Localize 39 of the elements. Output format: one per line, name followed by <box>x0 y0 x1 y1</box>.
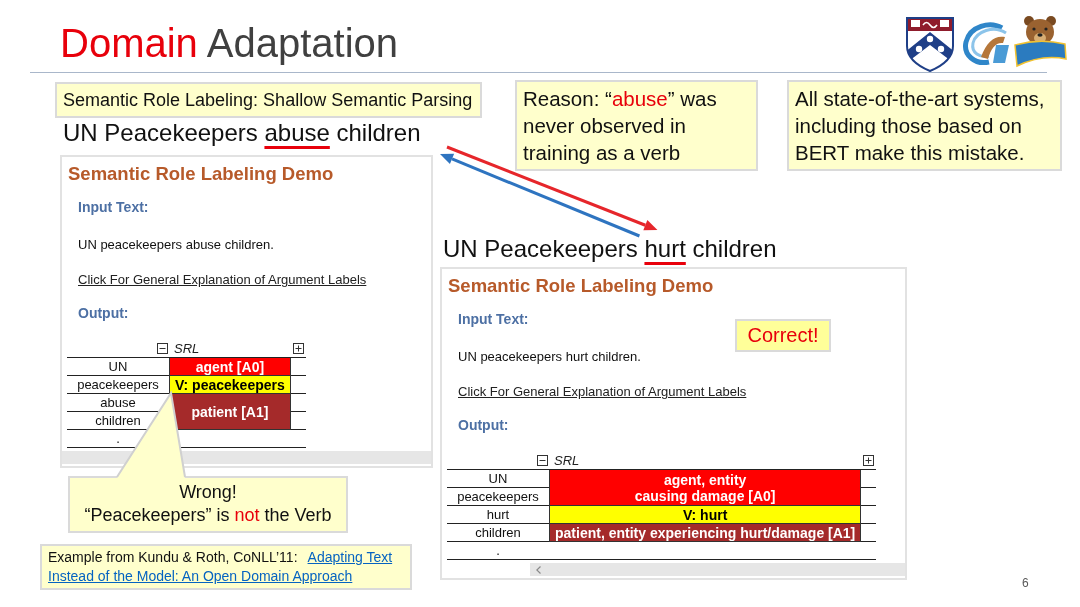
scrollbar[interactable] <box>530 563 905 576</box>
verdict-note: Correct! <box>735 319 831 352</box>
explanation-link[interactable]: Click For General Explanation of Argument Labels <box>78 272 367 287</box>
slide-title: Domain Adaptation <box>60 23 399 67</box>
column-header: SRL <box>554 452 580 468</box>
plus-icon[interactable] <box>292 342 304 354</box>
note: Reason: “abuse” was never observed in training as a verb <box>515 80 758 171</box>
chevron-icon[interactable] <box>536 565 541 574</box>
example-sentence: UN Peacekeepers hurt children <box>443 234 777 264</box>
plus-icon[interactable] <box>863 454 875 466</box>
column-header: SRL <box>174 340 200 356</box>
paper-link[interactable]: Instead of the Model: An Open Domain Approach <box>48 567 353 586</box>
paper-link[interactable]: Adapting Text <box>307 548 393 567</box>
role-cell: patient, entity experiencing hurt/damage [A1] <box>549 524 862 542</box>
note: All state-of-the-art systems, including those based on BERT make this mistake. <box>787 80 1062 171</box>
role-cell: V: hurt <box>549 506 862 524</box>
input-text: UN peacekeepers hurt children. <box>458 348 641 366</box>
topic-banner: Semantic Role Labeling: Shallow Semantic Parsing <box>55 82 483 118</box>
bear-logo <box>1012 14 1068 70</box>
section-label: Output: <box>78 304 129 322</box>
example-sentence: UN Peacekeepers abuse children <box>63 118 421 148</box>
role-cell: V: peacekeepers <box>169 376 291 394</box>
callout-text: Wrong! “Peacekeepers” is not the Verb <box>83 481 333 527</box>
input-text: UN peacekeepers abuse children. <box>78 236 274 254</box>
word-cell: . <box>447 542 549 560</box>
section-label: Output: <box>458 416 509 434</box>
role-cell: agent [A0] <box>169 358 291 376</box>
minus-icon[interactable] <box>157 342 168 354</box>
demo-title: Semantic Role Labeling Demo <box>448 274 714 298</box>
section-label: Input Text: <box>458 310 529 328</box>
citation-text: Example from Kundu & Roth, CoNLL’11: <box>48 548 298 567</box>
explanation-link[interactable]: Click For General Explanation of Argument Labels <box>458 384 747 399</box>
minus-icon[interactable] <box>537 454 548 466</box>
swoosh-logo <box>960 21 1012 67</box>
section-label: Input Text: <box>78 198 149 216</box>
demo-title: Semantic Role Labeling Demo <box>68 162 334 186</box>
role-cell: agent, entity causing damage [A0] <box>549 470 862 506</box>
page-number: 6 <box>1022 576 1029 590</box>
shield-logo <box>905 16 955 72</box>
